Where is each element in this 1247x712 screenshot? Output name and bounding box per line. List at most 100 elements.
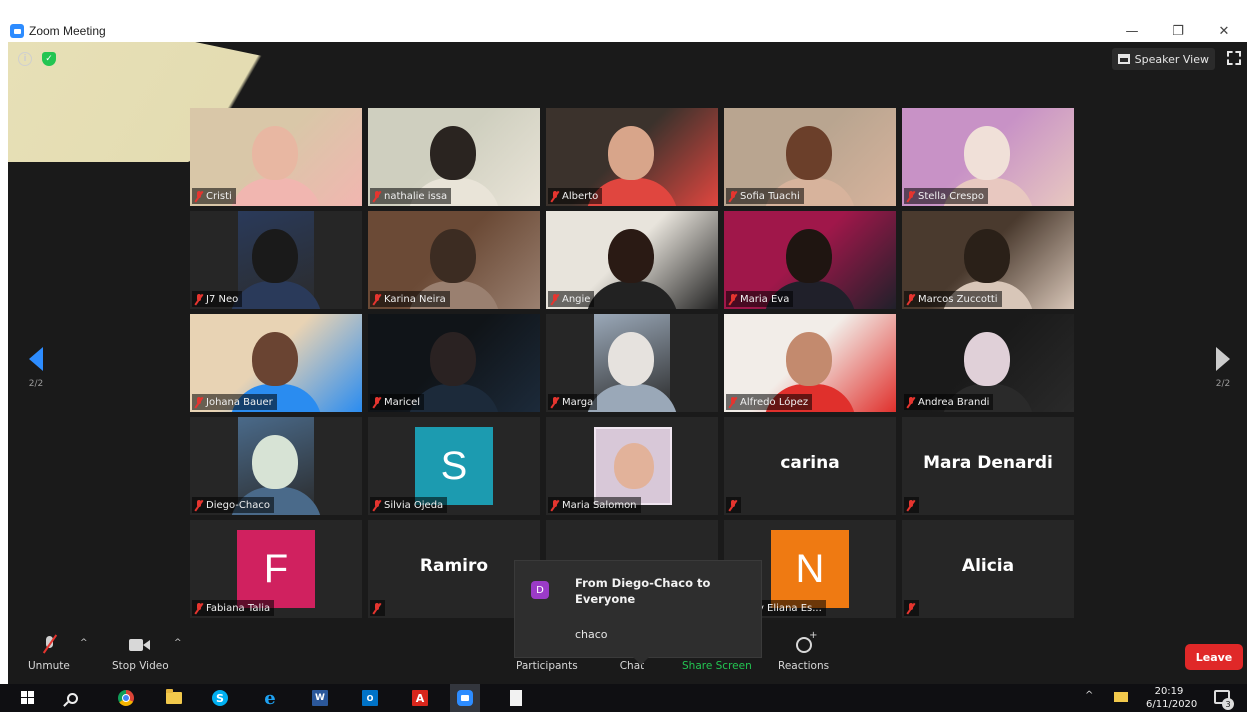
participant-tile[interactable]: Alicia — [902, 520, 1074, 618]
participant-tile[interactable]: Cristi — [190, 108, 362, 206]
participant-tile[interactable]: Maria Eva — [724, 211, 896, 309]
meeting-status-icons: i ✓ — [18, 52, 56, 66]
participant-tile[interactable]: Marga — [546, 314, 718, 412]
unmute-button[interactable]: Unmute — [28, 630, 70, 672]
taskbar-zoom[interactable] — [450, 684, 480, 712]
participant-tile[interactable]: Alberto — [546, 108, 718, 206]
stop-video-button[interactable]: Stop Video — [112, 630, 169, 672]
microphone-muted-icon — [551, 396, 559, 408]
audio-options-caret[interactable]: ^ — [80, 638, 88, 648]
participant-silhouette-head — [608, 332, 654, 386]
unmute-label: Unmute — [28, 660, 70, 672]
fullscreen-icon[interactable] — [1227, 51, 1241, 65]
participant-name: Cristi — [206, 190, 232, 202]
previous-page-button[interactable]: 2/2 — [26, 347, 46, 407]
participant-silhouette-head — [430, 332, 476, 386]
close-button[interactable]: ✕ — [1201, 20, 1247, 42]
reactions-button[interactable]: Reactions — [778, 630, 829, 672]
taskbar-search-button[interactable] — [62, 688, 82, 708]
window-title: Zoom Meeting — [29, 24, 106, 38]
participant-name-tag: Alfredo López — [726, 394, 813, 410]
participant-tile[interactable]: Sofia Tuachi — [724, 108, 896, 206]
participant-name-tag: Cristi — [192, 188, 236, 204]
taskbar-skype[interactable]: S — [210, 688, 230, 708]
participant-tile[interactable]: Maricel — [368, 314, 540, 412]
participant-tile[interactable]: Johana Bauer — [190, 314, 362, 412]
participant-tile[interactable]: Angie — [546, 211, 718, 309]
participant-tile[interactable]: Stella Crespo — [902, 108, 1074, 206]
chrome-icon — [118, 690, 134, 706]
participant-name-tag: Marga — [548, 394, 598, 410]
participant-name: Johana Bauer — [206, 396, 273, 408]
participant-name-tag: Diego-Chaco — [192, 497, 274, 513]
mail-tray-icon[interactable] — [1114, 692, 1128, 702]
taskbar-document[interactable] — [506, 688, 526, 708]
participant-tile[interactable]: S Silvia Ojeda — [368, 417, 540, 515]
participant-name: Silvia Ojeda — [384, 499, 444, 511]
participant-tile[interactable]: Karina Neira — [368, 211, 540, 309]
participant-tile[interactable]: Marcos Zuccotti — [902, 211, 1074, 309]
participant-name: J7 Neo — [206, 293, 239, 305]
start-button[interactable] — [18, 688, 38, 708]
participant-name-tag: Marcos Zuccotti — [904, 291, 1002, 307]
participant-profile-photo — [594, 427, 672, 505]
participant-display-name: Mara Denardi — [923, 453, 1053, 473]
microphone-muted-icon — [729, 293, 737, 305]
video-options-caret[interactable]: ^ — [174, 638, 182, 648]
participant-tile[interactable]: Alfredo López — [724, 314, 896, 412]
taskbar-internet-explorer[interactable]: e — [260, 687, 280, 709]
participant-tile[interactable]: Diego-Chaco — [190, 417, 362, 515]
microphone-muted-icon — [373, 396, 381, 408]
search-icon — [66, 692, 78, 704]
window-controls: — ❐ ✕ — [1109, 20, 1247, 42]
microphone-muted-icon — [729, 396, 737, 408]
tray-overflow-chevron[interactable]: ^ — [1085, 690, 1093, 701]
participant-silhouette-head — [964, 332, 1010, 386]
participant-silhouette-head — [786, 332, 832, 386]
notification-count-badge: 3 — [1222, 698, 1234, 710]
participant-display-name: carina — [780, 453, 840, 473]
next-page-button[interactable]: 2/2 — [1213, 347, 1233, 407]
participant-name: Fabiana Talia — [206, 602, 271, 614]
clock-date: 6/11/2020 — [1146, 699, 1198, 710]
encryption-shield-icon[interactable]: ✓ — [42, 52, 56, 66]
participant-silhouette-head — [430, 126, 476, 180]
participant-name-tag: Maria Eva — [726, 291, 794, 307]
participant-tile[interactable]: nathalie issa — [368, 108, 540, 206]
taskbar-file-explorer[interactable] — [164, 688, 184, 708]
microphone-muted-icon — [907, 190, 915, 202]
taskbar-word[interactable]: W — [310, 688, 330, 708]
participant-silhouette-head — [964, 229, 1010, 283]
participant-silhouette-head — [252, 229, 298, 283]
minimize-button[interactable]: — — [1109, 20, 1155, 42]
taskbar-outlook[interactable]: O — [360, 688, 380, 708]
participant-name: Maricel — [384, 396, 421, 408]
internet-explorer-icon: e — [264, 687, 276, 709]
participant-name: Marga — [562, 396, 594, 408]
speaker-view-button[interactable]: Speaker View — [1111, 48, 1215, 70]
arrow-left-icon — [29, 347, 43, 371]
microphone-muted-icon — [551, 293, 559, 305]
info-icon[interactable]: i — [18, 52, 32, 66]
leave-button[interactable]: Leave — [1185, 644, 1243, 670]
participant-tile[interactable]: carina — [724, 417, 896, 515]
skype-icon: S — [212, 690, 228, 706]
microphone-muted-icon — [551, 190, 559, 202]
participant-name: Andrea Brandi — [918, 396, 990, 408]
taskbar-chrome[interactable] — [116, 688, 136, 708]
participant-name: Karina Neira — [384, 293, 446, 305]
system-clock[interactable]: 20:19 6/11/2020 — [1146, 685, 1198, 711]
microphone-muted-icon — [195, 190, 203, 202]
document-icon — [510, 690, 522, 706]
restore-button[interactable]: ❐ — [1155, 20, 1201, 42]
participant-tile[interactable]: J7 Neo — [190, 211, 362, 309]
taskbar-acrobat[interactable]: A — [410, 688, 430, 708]
participant-tile[interactable]: Andrea Brandi — [902, 314, 1074, 412]
participant-tile[interactable]: Mara Denardi — [902, 417, 1074, 515]
participant-tile[interactable]: Maria Salomon — [546, 417, 718, 515]
participant-name-tag: Sofia Tuachi — [726, 188, 804, 204]
participant-name-tag: Karina Neira — [370, 291, 450, 307]
participant-tile[interactable]: F Fabiana Talia — [190, 520, 362, 618]
chat-notification-popup[interactable]: D From Diego-Chaco to Everyone chaco — [514, 560, 762, 665]
participant-name: Stella Crespo — [918, 190, 984, 202]
